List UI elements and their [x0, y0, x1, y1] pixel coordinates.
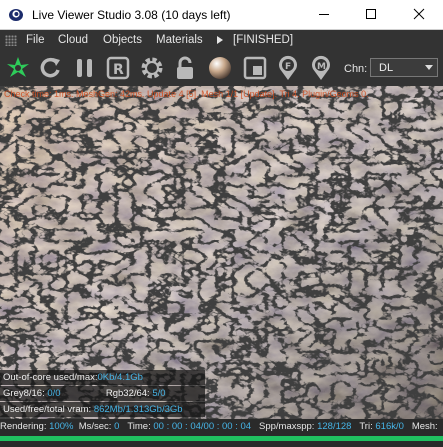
rgb-value: 5/0 [152, 388, 166, 399]
spp-label: Spp/maxspp: [259, 421, 315, 432]
render-progress-bar [0, 436, 443, 441]
chevron-right-icon[interactable] [216, 35, 224, 48]
render-viewport[interactable]: Check time: 1ms. MeshGen: 42ms. Update 4… [0, 86, 443, 419]
outofcore-value: 0Kb/4.1Gb [97, 372, 143, 383]
stats-vram: Used/free/total vram: 862Mb/1.313Gb/3Gb [0, 402, 205, 417]
settings-gear-icon[interactable] [138, 54, 166, 82]
statusbar: Rendering: 100% Ms/sec: 0 Time: 00 : 00 … [0, 419, 443, 447]
tri-value: 616k/0 [375, 421, 404, 432]
mesh-label: Mesh: [411, 421, 438, 432]
render-status-line: Rendering: 100% Ms/sec: 0 Time: 00 : 00 … [0, 421, 438, 432]
material-ball-icon[interactable] [206, 54, 234, 82]
menu-objects[interactable]: Objects [103, 34, 142, 46]
window-title: Live Viewer Studio 3.08 (10 days left) [32, 8, 231, 22]
time-value: 00 : 00 : 04/00 : 00 : 04 [153, 421, 252, 432]
tri-label: Tri: [359, 421, 373, 432]
stats-textures: Grey8/16: 0/0 Rgb32/64: 5/0 [0, 386, 205, 401]
render-status: [FINISHED] [233, 34, 294, 46]
vram-label: Used/free/total vram: [3, 404, 92, 415]
stats-outofcore: Out-of-core used/max:0Kb/4.1Gb [0, 370, 205, 385]
grip-handle-icon[interactable] [5, 35, 17, 46]
maximize-button[interactable] [354, 0, 388, 30]
ms-label: Ms/sec: [78, 421, 112, 432]
rgb-label: Rgb32/64: [105, 388, 150, 399]
grey-value: 0/0 [47, 388, 61, 399]
render-progress-fill [0, 436, 443, 441]
maximize-icon [365, 8, 377, 23]
lock-icon[interactable] [171, 54, 199, 82]
menubar: File Cloud Objects Materials [FINISHED] [0, 30, 443, 50]
menu-materials[interactable]: Materials [156, 34, 203, 46]
svg-text:F: F [285, 62, 291, 72]
minimize-button[interactable] [307, 0, 341, 30]
outofcore-label: Out-of-core used/max: [3, 372, 98, 383]
close-button[interactable] [402, 0, 436, 30]
focus-picker-icon[interactable]: F [274, 54, 302, 82]
time-label: Time: [127, 421, 151, 432]
menu-cloud[interactable]: Cloud [58, 34, 88, 46]
render-logo-icon[interactable] [4, 54, 32, 82]
film-region-icon[interactable] [241, 54, 269, 82]
close-icon [413, 8, 425, 23]
minimize-icon [318, 8, 330, 23]
pause-icon[interactable] [71, 54, 99, 82]
ms-value: 0 [114, 421, 120, 432]
channel-label: Chn: [344, 63, 368, 75]
window-titlebar: Live Viewer Studio 3.08 (10 days left) [0, 0, 443, 30]
menu-file[interactable]: File [26, 34, 45, 46]
vram-value: 862Mb/1.313Gb/3Gb [93, 404, 183, 415]
chevron-down-icon [425, 65, 433, 70]
svg-text:M: M [317, 62, 326, 72]
toolbar: R F M Chn: DL [0, 50, 443, 86]
material-picker-icon[interactable]: M [307, 54, 335, 82]
region-render-icon[interactable]: R [104, 54, 132, 82]
render-overlay-text: Check time: 1ms. MeshGen: 42ms. Update 4… [4, 89, 369, 99]
refresh-icon[interactable] [36, 54, 64, 82]
rendering-label: Rendering: [0, 421, 47, 432]
channel-value: DL [379, 62, 394, 74]
grey-label: Grey8/16: [3, 388, 45, 399]
rendering-value: 100% [49, 421, 74, 432]
svg-text:R: R [113, 62, 124, 78]
spp-value: 128/128 [317, 421, 352, 432]
app-logo-icon [8, 7, 24, 23]
channel-select[interactable]: DL [370, 58, 438, 77]
